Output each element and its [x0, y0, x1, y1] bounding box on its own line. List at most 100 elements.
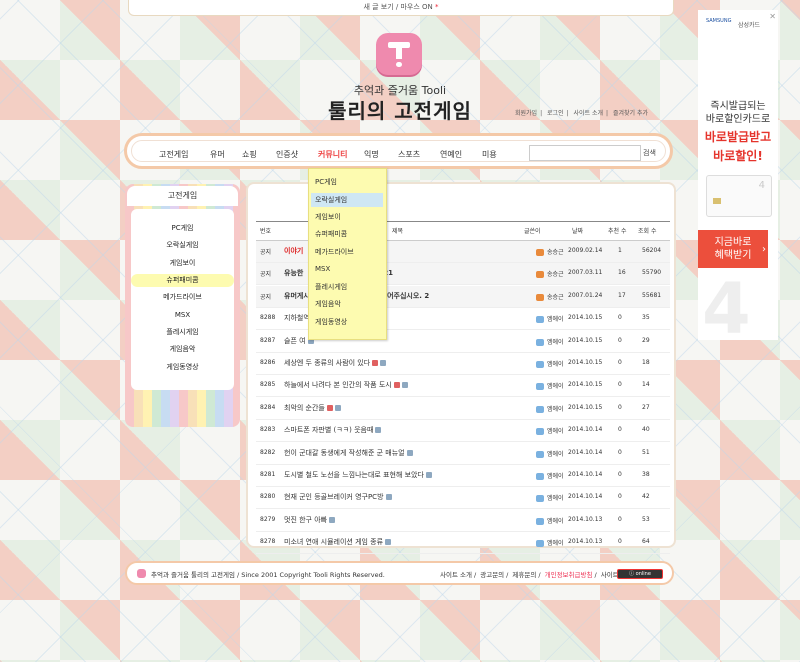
- link-about[interactable]: 사이트 소개: [571, 110, 607, 117]
- row-subject-text[interactable]: 스마트폰 자판별 (ㅋㅋ) 웃음때: [284, 426, 373, 434]
- row-subject[interactable]: 최악의 순간들: [284, 403, 341, 413]
- nav-item-community[interactable]: 커뮤니티: [318, 149, 347, 160]
- nav-item-shopping[interactable]: 쇼핑: [242, 149, 257, 160]
- sidebar-item-game-music[interactable]: 게임음악: [131, 343, 234, 356]
- author-name[interactable]: 송승근: [547, 249, 564, 256]
- row-subject[interactable]: 미소녀 연애 시뮬레이션 게임 종류: [284, 537, 392, 547]
- row-author[interactable]: 엠에이: [536, 314, 564, 324]
- row-subject[interactable]: 멋진 한구 아빠: [284, 515, 336, 525]
- nav-item-beauty[interactable]: 미용: [482, 149, 497, 160]
- nav-item-humor[interactable]: 유머: [210, 149, 225, 160]
- footer-link-privacy[interactable]: 개인정보취급방침: [543, 571, 595, 579]
- link-bookmark[interactable]: 즐겨찾기 추가: [610, 110, 651, 117]
- row-subject-text[interactable]: 도시별 철도 노선을 느낌나는대로 표현해 보았다: [284, 471, 424, 479]
- dropdown-item-gameboy[interactable]: 게임보이: [311, 210, 383, 224]
- row-author[interactable]: 엠에이: [536, 404, 564, 413]
- footer-link-partnership[interactable]: 제휴문의: [510, 571, 538, 579]
- ad-cta-button[interactable]: 지금바로 혜택받기 ›: [698, 230, 768, 268]
- dropdown-item-pc-game[interactable]: PC게임: [311, 175, 383, 189]
- sidebar-item-gameboy[interactable]: 게임보이: [131, 257, 234, 270]
- site-logo[interactable]: [376, 33, 422, 75]
- online-badge[interactable]: ⓘ online: [617, 569, 663, 579]
- table-row[interactable]: 8285 하늘에서 나려다 본 인간의 작품 도시 엠에이 2014.10.15 0 14: [256, 375, 670, 398]
- row-subject-text[interactable]: 헌이 군대갈 동생에게 작성해준 군 매뉴얼: [284, 449, 405, 457]
- nav-item-celebrity[interactable]: 연예인: [440, 149, 462, 160]
- author-name[interactable]: 엠에이: [547, 451, 564, 458]
- table-row[interactable]: 8282 헌이 군대갈 동생에게 작성해준 군 매뉴얼 엠에이 2014.10.14 0…: [256, 443, 670, 465]
- row-subject[interactable]: 세상엔 두 종류의 사람이 있다: [284, 358, 387, 368]
- row-author[interactable]: 엠에이: [536, 426, 564, 436]
- row-subject[interactable]: 도시별 철도 노선을 느낌나는대로 표현해 보았다: [284, 470, 432, 480]
- dropdown-item-game-music[interactable]: 게임음악: [311, 297, 383, 311]
- search-input[interactable]: [529, 145, 641, 161]
- row-subject-text[interactable]: 현재 군인 등골브레이커 영구PC방: [284, 493, 384, 501]
- search-button[interactable]: 검색: [643, 148, 656, 158]
- author-name[interactable]: 엠에이: [547, 428, 564, 435]
- author-name[interactable]: 엠에이: [547, 473, 564, 480]
- top-bar[interactable]: 새 글 보기 / 마우스 ON *: [128, 0, 674, 16]
- row-author[interactable]: 엠에이: [536, 337, 564, 346]
- row-subject[interactable]: 헌이 군대갈 동생에게 작성해준 군 매뉴얼: [284, 448, 413, 458]
- row-subject-text[interactable]: 유능한: [284, 269, 303, 277]
- table-row[interactable]: 8284 최악의 순간들 엠에이 2014.10.15 0 27: [256, 398, 670, 420]
- row-subject-text[interactable]: 슬픈 여: [284, 337, 306, 345]
- sidebar-item-flash-game[interactable]: 플레시게임: [131, 326, 234, 339]
- row-author[interactable]: 엠에이: [536, 359, 564, 368]
- row-subject-text[interactable]: 하늘에서 나려다 본 인간의 작품 도시: [284, 381, 392, 389]
- ad-banner[interactable]: SAMSUNG 삼성카드 ✕ 즉시발급되는 바로할인카드로 바로발급받고 바로할…: [698, 10, 778, 350]
- row-subject-text[interactable]: 유머게시: [284, 292, 310, 300]
- footer-link-about[interactable]: 사이트 소개: [438, 571, 474, 579]
- row-subject[interactable]: 현재 군인 등골브레이커 영구PC방: [284, 492, 392, 502]
- table-row[interactable]: 8281 도시별 철도 노선을 느낌나는대로 표현해 보았다 엠에이 2014.10.…: [256, 465, 670, 487]
- nav-item-proof-shot[interactable]: 인증샷: [276, 149, 298, 160]
- row-author[interactable]: 엠에이: [536, 471, 564, 480]
- row-subject-text[interactable]: 미소녀 연애 시뮬레이션 게임 종류: [284, 538, 383, 546]
- row-author[interactable]: 엠에이: [536, 516, 564, 525]
- nav-item-anonymous[interactable]: 익명: [364, 149, 379, 160]
- sidebar-title[interactable]: 고전게임: [127, 186, 238, 206]
- table-row[interactable]: 8279 멋진 한구 아빠 엠에이 2014.10.13 0 53: [256, 510, 670, 532]
- dropdown-item-game-video[interactable]: 게임동영상: [311, 315, 383, 329]
- author-name[interactable]: 엠에이: [547, 518, 564, 525]
- author-name[interactable]: 엠에이: [547, 316, 564, 323]
- row-subject-text[interactable]: 최악의 순간들: [284, 404, 325, 412]
- sidebar-item-arcade[interactable]: 오락실게임: [131, 239, 234, 252]
- table-row[interactable]: 8286 세상엔 두 종류의 사람이 있다 엠에이 2014.10.15 0 18: [256, 353, 670, 375]
- row-author[interactable]: 엠에이: [536, 493, 564, 503]
- dropdown-item-flash-game[interactable]: 플레시게임: [311, 280, 383, 294]
- dropdown-item-msx[interactable]: MSX: [311, 262, 383, 276]
- row-subject[interactable]: 하늘에서 나려다 본 인간의 작품 도시: [284, 380, 408, 390]
- nav-item-sports[interactable]: 스포츠: [398, 149, 420, 160]
- row-subject[interactable]: 이야기: [284, 246, 303, 256]
- table-row[interactable]: 8278 미소녀 연애 시뮬레이션 게임 종류 엠에이 2014.10.13 0 64: [256, 532, 670, 555]
- sidebar-item-game-video[interactable]: 게임동영상: [131, 361, 234, 374]
- author-name[interactable]: 엠에이: [547, 339, 564, 346]
- link-login[interactable]: 로그인: [544, 110, 567, 117]
- author-name[interactable]: 엠에이: [547, 495, 564, 502]
- row-author[interactable]: 엠에이: [536, 381, 564, 391]
- row-subject-text[interactable]: 지하철역: [284, 314, 310, 322]
- dropdown-item-arcade[interactable]: 오락실게임: [311, 193, 383, 207]
- dropdown-item-mega-drive[interactable]: 메가드라이브: [311, 245, 383, 259]
- sidebar-item-pc-game[interactable]: PC게임: [131, 222, 234, 235]
- table-row[interactable]: 8283 스마트폰 자판별 (ㅋㅋ) 웃음때 엠에이 2014.10.14 0 40: [256, 420, 670, 443]
- row-subject-text[interactable]: 멋진 한구 아빠: [284, 516, 327, 524]
- author-name[interactable]: 엠에이: [547, 540, 564, 547]
- row-author[interactable]: 송승근: [536, 269, 564, 279]
- row-subject[interactable]: 스마트폰 자판별 (ㅋㅋ) 웃음때: [284, 425, 382, 435]
- table-row[interactable]: 8280 현재 군인 등골브레이커 영구PC방 엠에이 2014.10.14 0 42: [256, 487, 670, 510]
- row-subject-text[interactable]: 이야기: [284, 247, 303, 255]
- sidebar-item-super-famicom[interactable]: 슈퍼패미콤: [131, 274, 234, 287]
- dropdown-item-super-famicom[interactable]: 슈퍼패미콤: [311, 227, 383, 241]
- author-name[interactable]: 엠에이: [547, 383, 564, 390]
- ad-close-icon[interactable]: ✕: [769, 12, 776, 21]
- top-bar-text[interactable]: 새 글 보기 / 마우스 ON: [363, 3, 432, 11]
- row-author[interactable]: 송승근: [536, 292, 564, 301]
- author-name[interactable]: 엠에이: [547, 361, 564, 368]
- row-subject-text[interactable]: 세상엔 두 종류의 사람이 있다: [284, 359, 370, 367]
- site-title[interactable]: 툴리의 고전게임: [300, 95, 500, 124]
- nav-item-classic-games[interactable]: 고전게임: [159, 149, 188, 160]
- author-name[interactable]: 송승근: [547, 294, 564, 301]
- link-signup[interactable]: 회원가입: [512, 110, 540, 117]
- row-author[interactable]: 엠에이: [536, 538, 564, 548]
